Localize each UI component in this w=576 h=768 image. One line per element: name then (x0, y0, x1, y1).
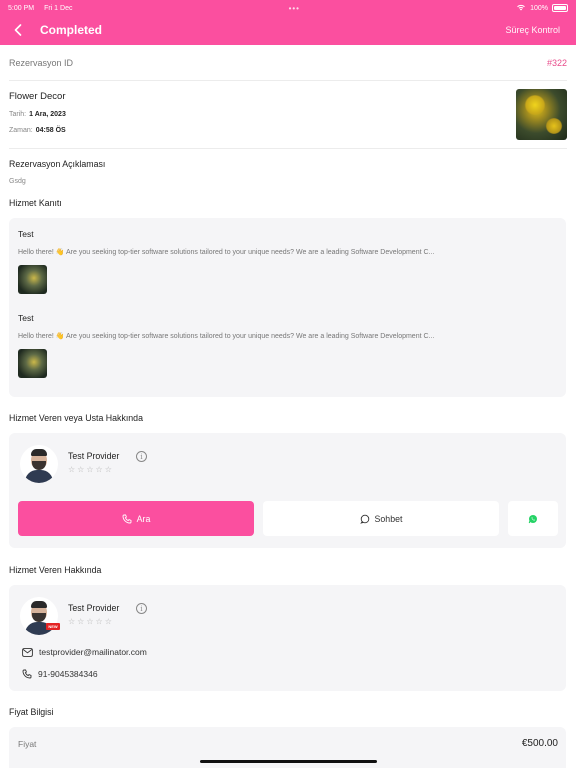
proof-item-image[interactable] (18, 265, 47, 294)
call-label: Ara (136, 513, 151, 524)
proof-card: Test Hello there! 👋 Are you seeking top-… (9, 218, 566, 397)
reservation-id-value: #322 (546, 58, 567, 68)
app-header: 5:00 PM Fri 1 Dec ••• 100% Completed Sür… (0, 0, 576, 45)
back-button[interactable] (8, 20, 28, 40)
service-time: Zaman: 04:58 ÖS (9, 127, 66, 134)
info-icon[interactable]: i (136, 451, 147, 462)
chat-button[interactable]: Sohbet (263, 501, 499, 536)
price-title: Fiyat Bilgisi (9, 707, 54, 717)
proof-title: Hizmet Kanıtı (9, 198, 62, 208)
battery-percent: 100% (530, 4, 548, 12)
price-label: Fiyat (18, 739, 37, 749)
time-label: Zaman: (9, 127, 33, 134)
status-time: 5:00 PM (8, 4, 35, 12)
provider-name[interactable]: Test Provider (68, 603, 119, 613)
service-date: Tarih: 1 Ara, 2023 (9, 111, 66, 118)
mail-icon (22, 647, 33, 657)
phone-text: 91-9045384346 (38, 669, 98, 679)
service-image[interactable] (516, 89, 567, 140)
home-indicator (200, 760, 377, 763)
provider-name[interactable]: Test Provider (68, 451, 119, 461)
battery-icon (551, 4, 568, 12)
reservation-id-label: Rezervasyon ID (9, 58, 74, 68)
call-button[interactable]: Ara (18, 501, 254, 536)
phone-icon (22, 669, 32, 679)
page-title: Completed (40, 23, 103, 37)
description-title: Rezervasyon Açıklaması (9, 159, 106, 169)
nav-bar: Completed Süreç Kontrol (0, 20, 576, 40)
provider-section-title: Hizmet Veren veya Usta Hakkında (9, 413, 143, 423)
proof-item-title: Test (18, 313, 34, 323)
status-bar: 5:00 PM Fri 1 Dec ••• 100% (8, 3, 568, 13)
date-label: Tarih: (9, 111, 27, 118)
rating-stars: ☆☆☆☆☆ (68, 617, 114, 626)
proof-item-text: Hello there! 👋 Are you seeking top-tier … (18, 249, 435, 256)
time-value: 04:58 ÖS (35, 127, 66, 134)
wifi-icon (516, 3, 526, 13)
back-chevron-icon (14, 24, 22, 36)
whatsapp-button[interactable] (508, 501, 558, 536)
date-value: 1 Ara, 2023 (29, 111, 66, 118)
new-badge: NEW (46, 623, 60, 630)
divider (9, 148, 567, 149)
service-title: Flower Decor (9, 91, 66, 102)
chat-icon (359, 514, 369, 524)
description-text: Gsdg (9, 178, 26, 185)
info-icon[interactable]: i (136, 603, 147, 614)
status-date: Fri 1 Dec (44, 4, 73, 12)
rating-stars: ☆☆☆☆☆ (68, 465, 114, 474)
whatsapp-icon (528, 514, 537, 523)
provider-phone[interactable]: 91-9045384346 (22, 669, 98, 679)
divider (9, 80, 567, 81)
reservation-id-row: Rezervasyon ID #322 (9, 58, 567, 72)
email-text: testprovider@mailinator.com (39, 647, 147, 657)
provider-avatar[interactable] (20, 445, 58, 483)
phone-icon (122, 514, 132, 523)
provider-about-title: Hizmet Veren Hakkında (9, 565, 102, 575)
process-control-button[interactable]: Süreç Kontrol (505, 25, 560, 35)
proof-item-text: Hello there! 👋 Are you seeking top-tier … (18, 333, 435, 340)
chat-label: Sohbet (374, 513, 403, 524)
status-dots: ••• (288, 3, 300, 13)
proof-item-image[interactable] (18, 349, 47, 378)
proof-item-title: Test (18, 229, 34, 239)
provider-email[interactable]: testprovider@mailinator.com (22, 647, 147, 657)
price-value: €500.00 (521, 738, 558, 749)
